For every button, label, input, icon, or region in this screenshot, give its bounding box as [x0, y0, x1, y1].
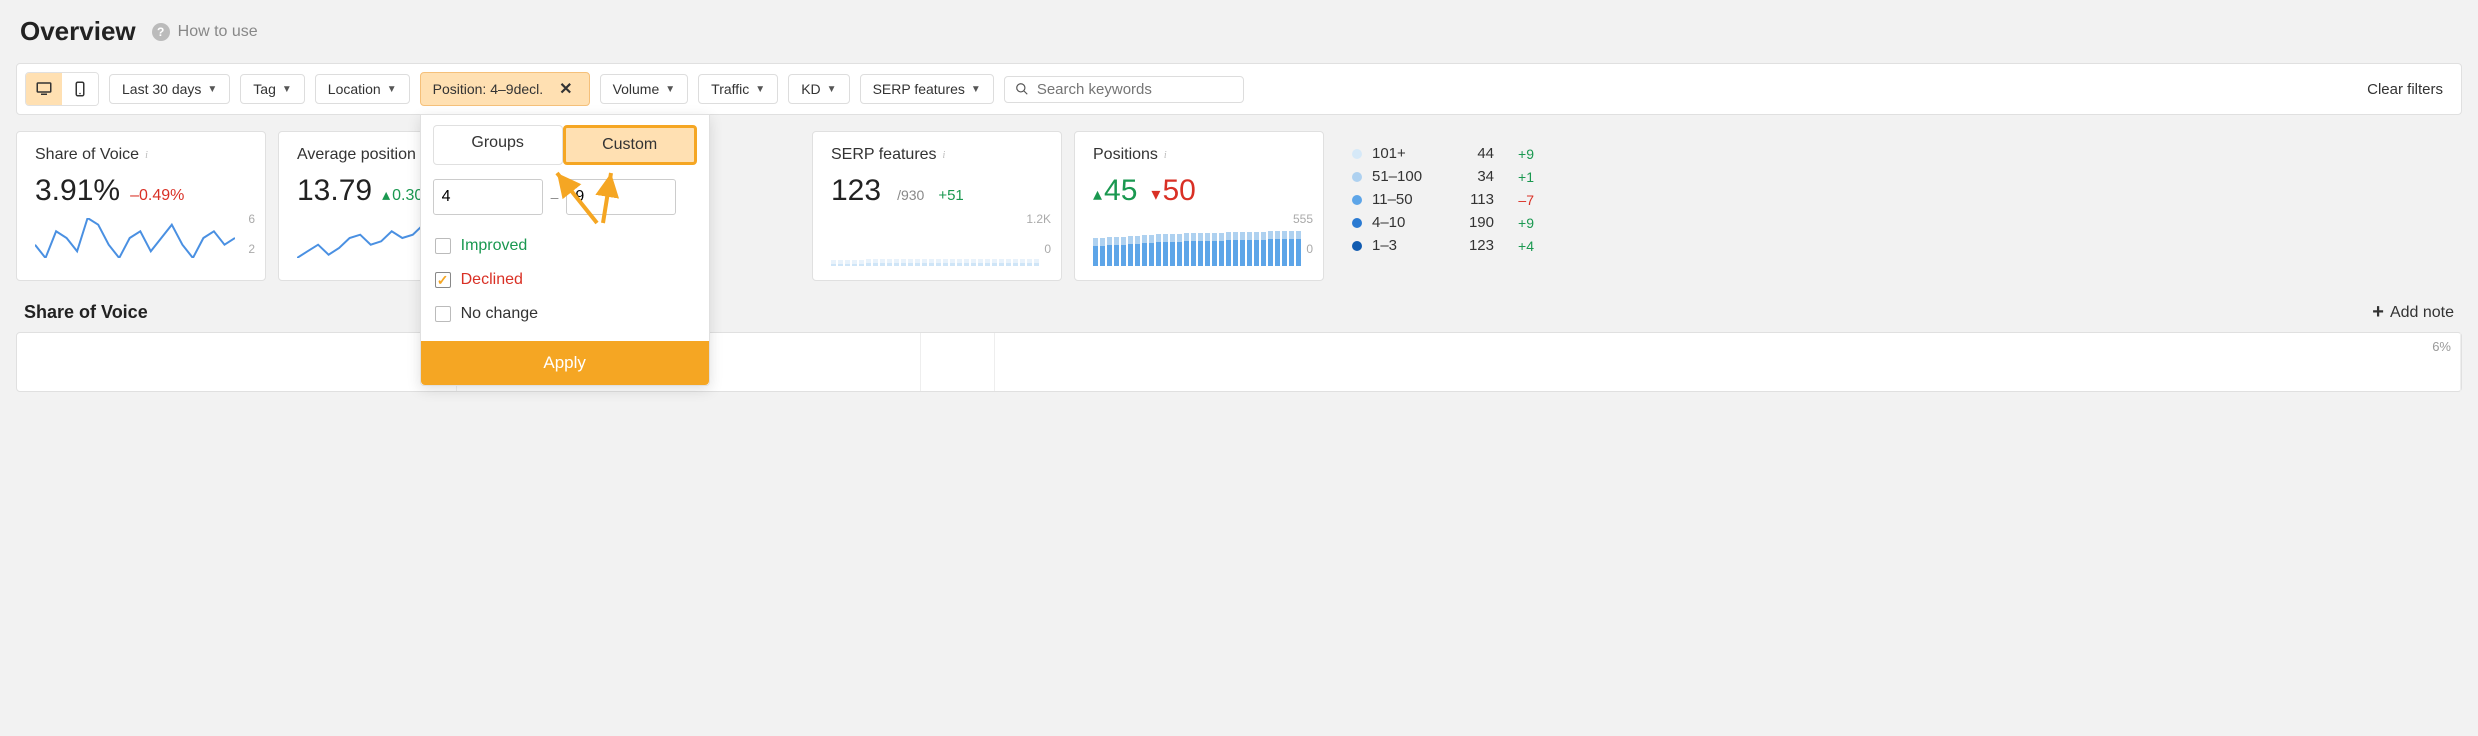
kd-filter[interactable]: KD▼ — [788, 74, 849, 104]
legend-dot-icon — [1352, 195, 1362, 205]
volume-filter[interactable]: Volume▼ — [600, 74, 689, 104]
device-toggle — [25, 72, 99, 106]
add-note-button[interactable]: + Add note — [2372, 301, 2454, 324]
page-title: Overview — [20, 16, 136, 47]
legend-row[interactable]: 4–10190+9 — [1352, 214, 1540, 231]
custom-tab[interactable]: Custom — [563, 125, 697, 165]
info-icon[interactable]: i — [943, 150, 946, 161]
location-filter[interactable]: Location▼ — [315, 74, 410, 104]
caret-down-icon: ▼ — [282, 84, 292, 95]
legend-dot-icon — [1352, 241, 1362, 251]
clear-filters-button[interactable]: Clear filters — [2357, 75, 2453, 104]
info-icon[interactable]: i — [145, 150, 148, 161]
traffic-filter[interactable]: Traffic▼ — [698, 74, 778, 104]
search-keywords[interactable] — [1004, 76, 1244, 103]
range-dash: – — [551, 189, 559, 205]
caret-down-icon: ▼ — [665, 84, 675, 95]
device-mobile-button[interactable] — [62, 73, 98, 105]
legend-dot-icon — [1352, 149, 1362, 159]
legend-row[interactable]: 51–10034+1 — [1352, 168, 1540, 185]
sov-chart-ylabel: 6% — [2432, 339, 2451, 354]
mobile-icon — [71, 80, 89, 98]
range-from-input[interactable] — [433, 179, 543, 215]
serp-card: SERP featuresi 123 /930 +51 1.2K0 — [812, 131, 1062, 281]
plus-icon: + — [2372, 301, 2384, 324]
checkbox-unchecked-icon — [435, 238, 451, 254]
info-icon[interactable]: i — [1164, 150, 1167, 161]
serp-title: SERP features — [831, 146, 937, 164]
checkbox-checked-icon — [435, 272, 451, 288]
avgpos-delta: 0.30 — [382, 185, 423, 205]
close-icon[interactable]: ✕ — [555, 79, 576, 99]
positions-title: Positions — [1093, 146, 1158, 164]
sov-title: Share of Voice — [35, 146, 139, 164]
caret-down-icon: ▼ — [755, 84, 765, 95]
positions-card: Positionsi 45 50 5550 — [1074, 131, 1324, 281]
position-dropdown: Groups Custom – Improved Declined — [420, 114, 710, 386]
section-title: Share of Voice — [24, 302, 148, 323]
legend-dot-icon — [1352, 172, 1362, 182]
positions-down: 50 — [1151, 174, 1195, 208]
checkbox-unchecked-icon — [435, 306, 451, 322]
sov-value: 3.91% — [35, 174, 120, 208]
improved-option[interactable]: Improved — [433, 229, 697, 263]
tag-filter[interactable]: Tag▼ — [240, 74, 304, 104]
desktop-icon — [35, 80, 53, 98]
legend-row[interactable]: 1–3123+4 — [1352, 237, 1540, 254]
sov-sparkline — [35, 218, 235, 258]
apply-button[interactable]: Apply — [421, 341, 709, 385]
caret-down-icon: ▼ — [827, 84, 837, 95]
legend-row[interactable]: 101+44+9 — [1352, 145, 1540, 162]
range-to-input[interactable] — [566, 179, 676, 215]
legend-row[interactable]: 11–50113–7 — [1352, 191, 1540, 208]
avgpos-value: 13.79 — [297, 174, 372, 208]
legend-dot-icon — [1352, 218, 1362, 228]
search-input[interactable] — [1037, 81, 1233, 98]
sov-card: Share of Voicei 3.91% –0.49% 62 — [16, 131, 266, 281]
caret-down-icon: ▼ — [971, 84, 981, 95]
nochange-option[interactable]: No change — [433, 297, 697, 331]
help-icon: ? — [152, 23, 170, 41]
how-to-use-link[interactable]: ? How to use — [152, 23, 258, 41]
position-filter[interactable]: Position: 4–9decl. ✕ — [420, 72, 590, 106]
positions-up: 45 — [1093, 174, 1137, 208]
caret-down-icon: ▼ — [207, 84, 217, 95]
avgpos-title: Average position — [297, 146, 416, 164]
serp-features-filter[interactable]: SERP features▼ — [860, 74, 994, 104]
sov-chart-area: 6% — [16, 332, 2462, 392]
serp-total: /930 — [897, 187, 924, 203]
serp-barchart — [831, 218, 1043, 266]
search-icon — [1015, 82, 1029, 96]
date-filter[interactable]: Last 30 days▼ — [109, 74, 230, 104]
groups-tab[interactable]: Groups — [433, 125, 563, 165]
declined-option[interactable]: Declined — [433, 263, 697, 297]
positions-barchart — [1093, 218, 1305, 266]
filter-bar: Last 30 days▼ Tag▼ Location▼ Position: 4… — [16, 63, 2462, 115]
device-desktop-button[interactable] — [26, 73, 62, 105]
serp-delta: +51 — [938, 187, 963, 204]
positions-legend: 101+44+9 51–10034+1 11–50113–7 4–10190+9 1–3… — [1336, 131, 1556, 281]
sov-delta: –0.49% — [130, 187, 184, 205]
how-to-use-label: How to use — [178, 23, 258, 41]
serp-value: 123 — [831, 174, 881, 208]
caret-down-icon: ▼ — [387, 84, 397, 95]
